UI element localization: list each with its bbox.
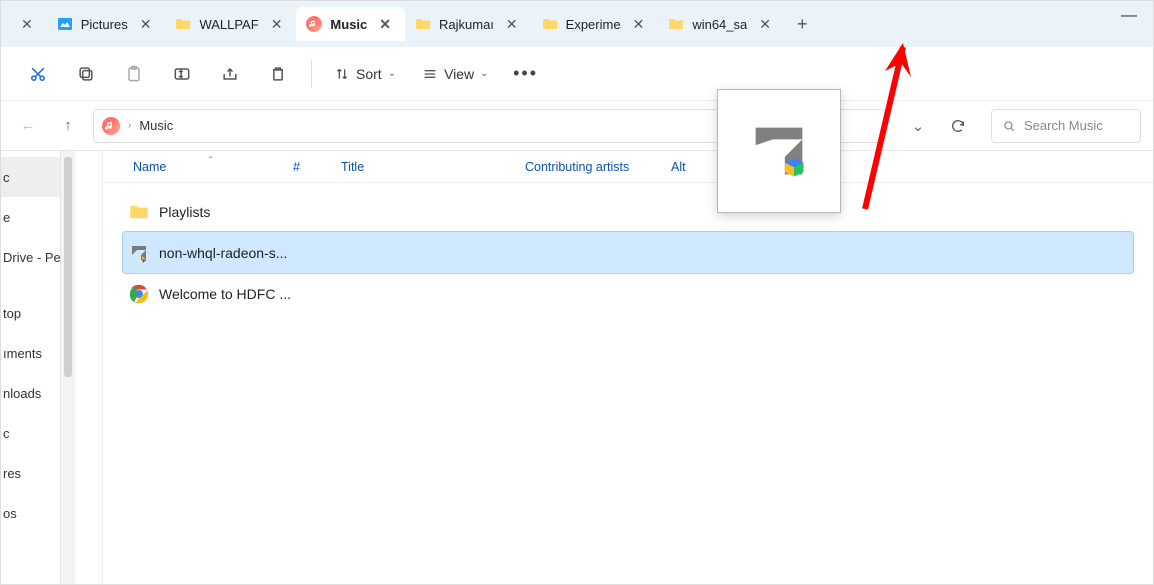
back-button[interactable]: ← (13, 111, 43, 141)
tab-strip: ✕ Pictures ✕ WALLPAF ✕ Music ✕ Rajkumaı … (1, 1, 1153, 47)
music-icon (102, 117, 120, 135)
nav-item[interactable]: nloads (1, 373, 60, 413)
tab-experiments[interactable]: Experime ✕ (532, 7, 659, 41)
tab-wallpaper[interactable]: WALLPAF ✕ (165, 7, 296, 41)
search-input[interactable]: Search Music (991, 109, 1141, 143)
share-button[interactable] (209, 55, 251, 93)
tab-music[interactable]: Music ✕ (296, 7, 405, 41)
view-label: View (444, 66, 474, 82)
file-row[interactable]: non-whql-radeon-s... (123, 232, 1133, 273)
col-artists[interactable]: Contributing artists (515, 160, 661, 174)
nav-item[interactable]: res (1, 453, 60, 493)
paste-button[interactable] (113, 55, 155, 93)
sort-button[interactable]: Sort ⌄ (324, 55, 406, 93)
tab-label: Music (330, 17, 367, 32)
col-title[interactable]: Title (331, 160, 515, 174)
file-name: Playlists (159, 204, 210, 220)
search-icon (1002, 119, 1016, 133)
view-icon (422, 66, 438, 82)
refresh-button[interactable] (943, 111, 973, 141)
close-icon[interactable]: ✕ (629, 16, 649, 33)
file-row[interactable]: Welcome to HDFC ... (123, 273, 1133, 314)
nav-item[interactable]: ıments (1, 333, 60, 373)
file-name: Welcome to HDFC ... (159, 286, 291, 302)
tab-label: Rajkumaı (439, 17, 494, 32)
tab-pictures[interactable]: Pictures ✕ (47, 7, 166, 41)
copy-button[interactable] (65, 55, 107, 93)
folder-icon (415, 16, 431, 32)
drag-preview (717, 89, 841, 213)
up-button[interactable]: ↑ (53, 111, 83, 141)
address-bar-row: ← ↑ › Music ⌄ Search Music (1, 101, 1153, 151)
close-icon[interactable]: ✕ (755, 16, 775, 33)
view-button[interactable]: View ⌄ (412, 55, 498, 93)
sort-label: Sort (356, 66, 382, 82)
delete-button[interactable] (257, 55, 299, 93)
file-row[interactable]: Playlists (123, 191, 1133, 232)
sort-caret-icon: ˆ (209, 156, 212, 167)
close-icon[interactable]: ✕ (375, 16, 395, 33)
chevron-down-icon: ⌄ (480, 68, 488, 79)
search-placeholder: Search Music (1024, 118, 1103, 133)
tab-label: win64_sa (692, 17, 747, 32)
spacer (75, 151, 103, 584)
chevron-right-icon: › (128, 120, 131, 131)
folder-icon (175, 16, 191, 32)
file-list: Nameˆ # Title Contributing artists Alt P… (103, 151, 1153, 584)
close-icon[interactable]: ✕ (502, 16, 522, 33)
chrome-icon (129, 284, 149, 304)
close-icon[interactable]: ✕ (17, 16, 37, 33)
nav-scrollbar[interactable] (61, 151, 75, 584)
scrollbar-thumb[interactable] (64, 157, 72, 377)
nav-item[interactable]: top (1, 293, 60, 333)
close-icon[interactable]: ✕ (267, 16, 287, 33)
folder-icon (129, 202, 149, 222)
folder-icon (668, 16, 684, 32)
col-name[interactable]: Nameˆ (123, 160, 283, 174)
toolbar: Sort ⌄ View ⌄ ••• (1, 47, 1153, 101)
breadcrumb-location[interactable]: Music (139, 118, 173, 133)
cut-button[interactable] (17, 55, 59, 93)
music-icon (306, 16, 322, 32)
col-num[interactable]: # (283, 160, 331, 174)
close-icon[interactable]: ✕ (136, 16, 156, 33)
col-album[interactable]: Alt (661, 160, 721, 174)
folder-icon (542, 16, 558, 32)
sort-icon (334, 66, 350, 82)
tab-win64[interactable]: win64_sa ✕ (658, 7, 785, 41)
amd-icon (744, 116, 814, 186)
nav-item[interactable]: c (1, 157, 60, 197)
tab-label: Pictures (81, 17, 128, 32)
chevron-down-icon: ⌄ (388, 68, 396, 79)
nav-item[interactable]: e (1, 197, 60, 237)
more-button[interactable]: ••• (505, 55, 547, 93)
rename-button[interactable] (161, 55, 203, 93)
new-tab-button[interactable]: + (785, 8, 820, 41)
amd-icon (129, 243, 149, 263)
annotation-arrow (845, 41, 925, 221)
tab-label: Experime (566, 17, 621, 32)
file-name: non-whql-radeon-s... (159, 245, 287, 261)
nav-pane[interactable]: c e Drive - Per top ıments nloads c res … (1, 151, 61, 584)
separator (311, 60, 312, 88)
nav-item[interactable]: c (1, 413, 60, 453)
pictures-icon (57, 16, 73, 32)
tab-label: WALLPAF (199, 17, 258, 32)
leading-tab[interactable]: ✕ (7, 7, 47, 41)
nav-item[interactable]: os (1, 493, 60, 533)
minimize-button[interactable]: — (1121, 7, 1137, 25)
column-headers: Nameˆ # Title Contributing artists Alt (103, 151, 1153, 183)
nav-item[interactable]: Drive - Per (1, 237, 60, 277)
tab-rajkumar[interactable]: Rajkumaı ✕ (405, 7, 532, 41)
